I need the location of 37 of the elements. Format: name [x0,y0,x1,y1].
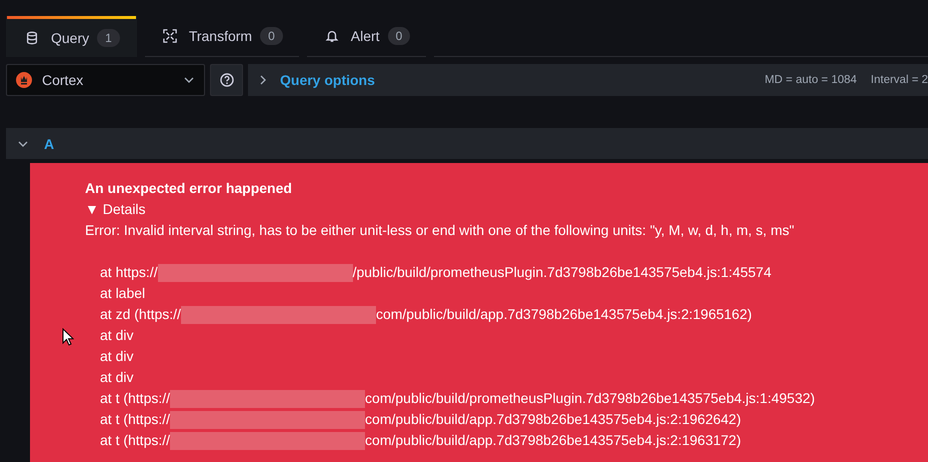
count-badge: 1 [97,29,120,47]
help-icon [220,73,234,87]
stack-trace-text: at t (https:// [100,431,170,450]
stack-trace-text: com/public/build/app.7d3798b26be143575eb4.js:2:1962642) [365,410,742,429]
stack-trace-text: at div [100,347,134,366]
editor-tab[interactable]: Transform 0 [144,16,299,57]
stack-trace-text: com/public/build/prometheusPlugin.7d3798b26be143575eb4.js:1:49532) [365,389,815,408]
bell-icon [324,29,339,43]
query-info-text: Interval = 2 [870,74,928,86]
stack-trace-text: com/public/build/app.7d3798b26be143575eb4.js:2:1965162) [376,305,752,324]
stack-trace-text: /public/build/prometheusPlugin.7d3798b26be143575eb4.js:1:45574 [352,263,772,282]
stack-trace-text: at t (https:// [100,410,170,429]
stack-trace-text: at div [100,368,134,387]
editor-tab[interactable]: Query 1 [6,16,137,57]
query-row-header[interactable]: A [6,128,928,159]
stack-trace-text: at https:// [100,263,158,282]
stack-trace-text: com/public/build/app.7d3798b26be143575eb4.js:2:1963172) [365,431,742,450]
error-message: Error: Invalid interval string, has to be either unit-less or end with one of the following units: "y, M, w, d, h, m, s, ms" [85,221,796,240]
chevron-down-icon [18,140,28,146]
chevron-right-icon [260,75,266,85]
query-options-toggle[interactable]: Query options [260,72,375,88]
editor-tab[interactable]: Alert 0 [306,16,426,57]
stack-trace-text: at zd (https:// [100,305,181,324]
stack-trace-text: at t (https:// [100,389,170,408]
chevron-down-icon [184,77,194,83]
count-badge: 0 [260,27,283,45]
stack-trace-text: at label [100,284,146,303]
error-title: An unexpected error happened [85,179,293,198]
details-toggle[interactable]: ▼ Details [85,199,928,220]
stack-trace-text: at div [100,326,134,345]
count-badge: 0 [388,27,410,45]
datasource-select[interactable]: Cortex [6,64,205,96]
help-button[interactable] [210,64,243,96]
mouse-cursor-icon [62,328,74,346]
database-icon [25,31,39,45]
query-info-text: MD = auto = 1084 [764,74,857,86]
transform-icon [162,29,177,43]
